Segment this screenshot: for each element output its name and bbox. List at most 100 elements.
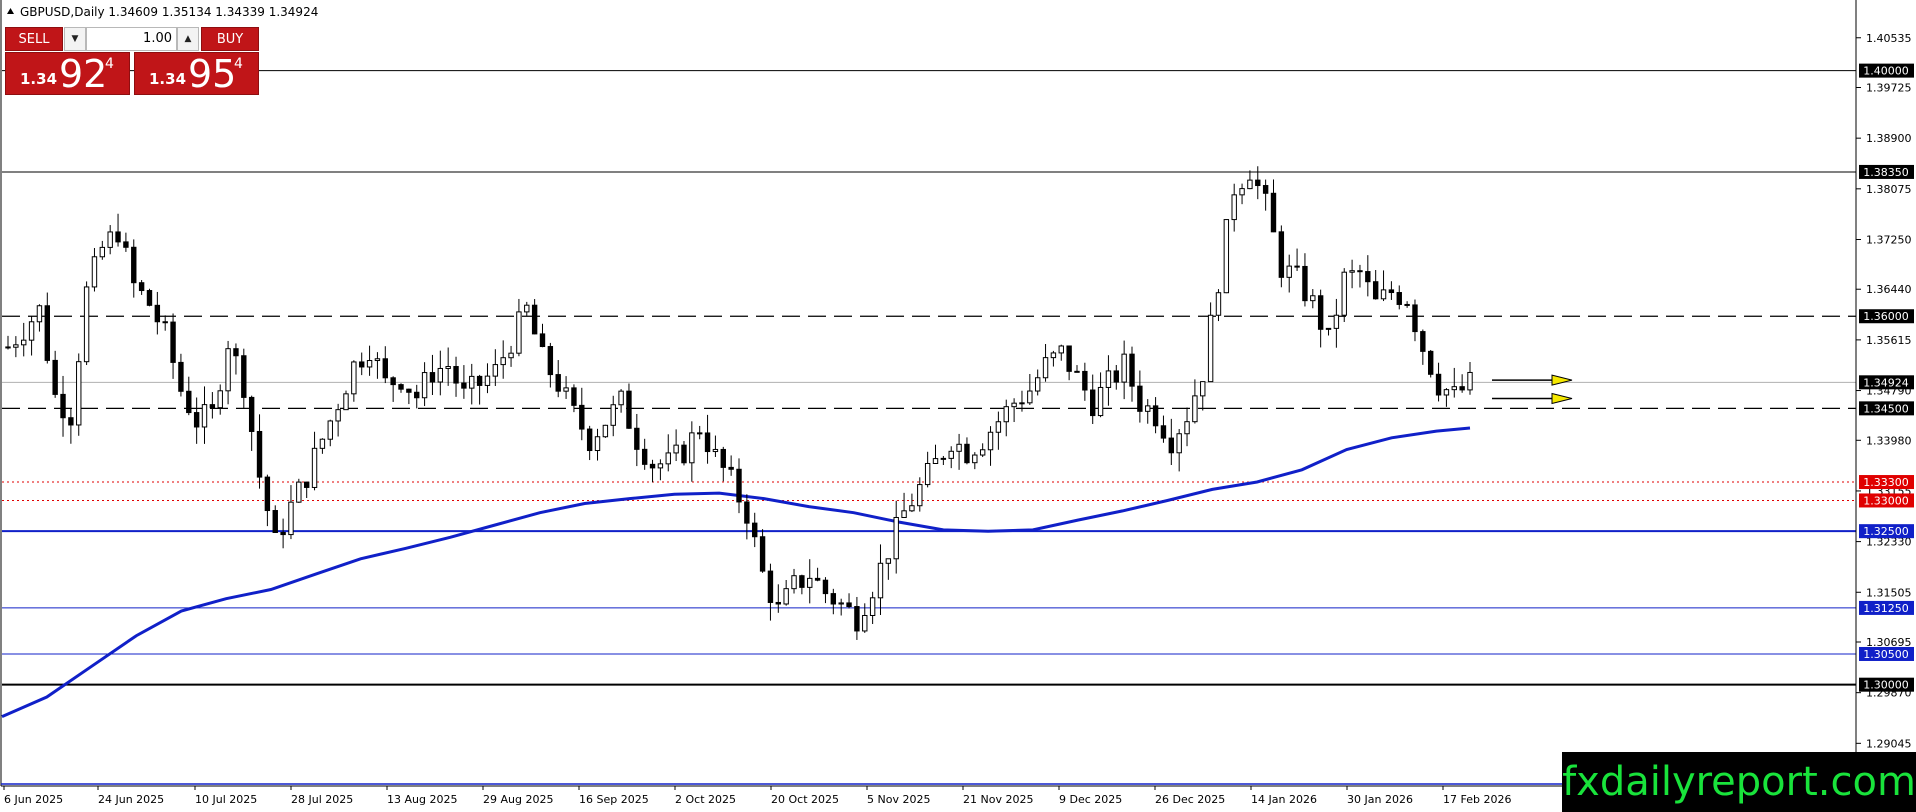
candle-body: [1066, 345, 1072, 372]
candle-body: [524, 304, 530, 313]
lot-size-input[interactable]: 1.00: [86, 27, 177, 51]
candle-body: [1427, 350, 1434, 375]
candle-body: [869, 597, 876, 616]
candle-body: [107, 231, 113, 248]
time-tick-label: 28 Jul 2025: [291, 793, 353, 806]
candle-body: [1019, 402, 1025, 405]
candle: [343, 390, 349, 411]
candle-body: [736, 468, 742, 503]
candle: [296, 478, 302, 503]
time-tick-label: 20 Oct 2025: [771, 793, 839, 806]
candle-body: [1042, 357, 1049, 379]
candle-body: [909, 505, 915, 512]
candle-body: [1121, 353, 1127, 383]
candle-body: [1412, 304, 1418, 333]
sell-button[interactable]: SELL: [5, 27, 63, 51]
candle-body: [421, 372, 428, 399]
candle-body: [1137, 385, 1143, 412]
level-label: 1.40000: [1863, 65, 1909, 78]
candle-body: [610, 404, 616, 426]
candle-body: [1113, 370, 1119, 383]
candle-body: [1231, 194, 1237, 221]
time-tick-label: 29 Aug 2025: [483, 793, 553, 806]
brand-watermark: fxdailyreport.com: [1562, 752, 1916, 812]
chart-header: GBPUSD,Daily 1.34609 1.35134 1.34339 1.3…: [20, 5, 318, 19]
candle-body: [60, 393, 66, 419]
candle-body: [476, 375, 483, 386]
price-tick-label: 1.29045: [1866, 737, 1912, 750]
price-chart[interactable]: 1.40535 1.39725 1.38900 1.38075 1.37250 1.364…: [0, 0, 1916, 812]
candle-body: [649, 463, 656, 469]
candle: [681, 441, 687, 466]
candle-body: [689, 432, 695, 464]
sell-quote[interactable]: 1.34 92 4: [5, 52, 130, 95]
candle-body: [579, 404, 585, 430]
lot-decrease-button[interactable]: ▼: [64, 27, 86, 51]
sell-quote-prefix: 1.34: [20, 70, 58, 88]
candle-body: [846, 602, 852, 608]
candle-body: [1420, 331, 1426, 352]
candle-body: [987, 431, 994, 451]
candle-body: [516, 311, 522, 354]
level-label: 1.33300: [1863, 476, 1909, 489]
candle-body: [626, 390, 632, 429]
candle-body: [799, 575, 805, 588]
candle-body: [146, 290, 153, 306]
candle-body: [398, 384, 404, 390]
candle-body: [1255, 179, 1261, 187]
candle-body: [154, 304, 161, 323]
candle-body: [775, 601, 782, 605]
candle-body: [272, 510, 278, 533]
candle-body: [382, 358, 388, 379]
candle-body: [791, 575, 797, 590]
candle-body: [296, 481, 302, 503]
candle-body: [665, 452, 671, 465]
candle-body: [1090, 389, 1096, 417]
candle-body: [1200, 381, 1206, 397]
candle-body: [1176, 433, 1182, 454]
candle-body: [437, 367, 444, 383]
candle-body: [21, 339, 27, 346]
candle-body: [979, 449, 986, 456]
candle-body: [186, 390, 192, 414]
candle-body: [1333, 314, 1340, 329]
candle-body: [1365, 271, 1371, 283]
candle-body: [162, 321, 168, 324]
candle-body: [1270, 192, 1277, 233]
time-tick-label: 16 Sep 2025: [579, 793, 649, 806]
time-tick-label: 30 Jan 2026: [1347, 793, 1413, 806]
candle-body: [1223, 219, 1230, 294]
candle-body: [68, 417, 74, 426]
candle-body: [1341, 271, 1347, 316]
candle-body: [759, 536, 766, 572]
buy-quote[interactable]: 1.34 95 4: [134, 52, 259, 95]
candle-body: [374, 358, 381, 362]
candle-body: [429, 372, 436, 383]
time-tick-label: 13 Aug 2025: [387, 793, 457, 806]
buy-button[interactable]: BUY: [201, 27, 259, 51]
candle-body: [131, 246, 137, 284]
candle-body: [233, 348, 239, 357]
candle-body: [1011, 402, 1017, 408]
candle-body: [280, 531, 286, 536]
candle-body: [414, 391, 420, 399]
sell-quote-pips: 92: [59, 52, 108, 96]
candle-body: [901, 510, 907, 518]
candle-body: [1435, 373, 1442, 396]
lot-increase-button[interactable]: ▲: [177, 27, 199, 51]
candle-body: [940, 457, 947, 460]
candle-body: [1467, 371, 1473, 391]
candle-body: [1168, 437, 1175, 454]
candle-body: [1215, 292, 1222, 316]
candle-body: [1459, 386, 1465, 391]
candle-body: [311, 447, 318, 488]
time-tick-label: 21 Nov 2025: [963, 793, 1033, 806]
price-tick-label: 1.40535: [1866, 32, 1912, 45]
level-label: 1.31250: [1863, 602, 1909, 615]
candle-body: [555, 374, 561, 392]
candle-body: [1247, 179, 1253, 190]
candle-body: [1152, 405, 1159, 427]
candle-body: [1184, 421, 1190, 435]
candle-body: [209, 404, 216, 409]
candle-body: [1278, 231, 1285, 278]
